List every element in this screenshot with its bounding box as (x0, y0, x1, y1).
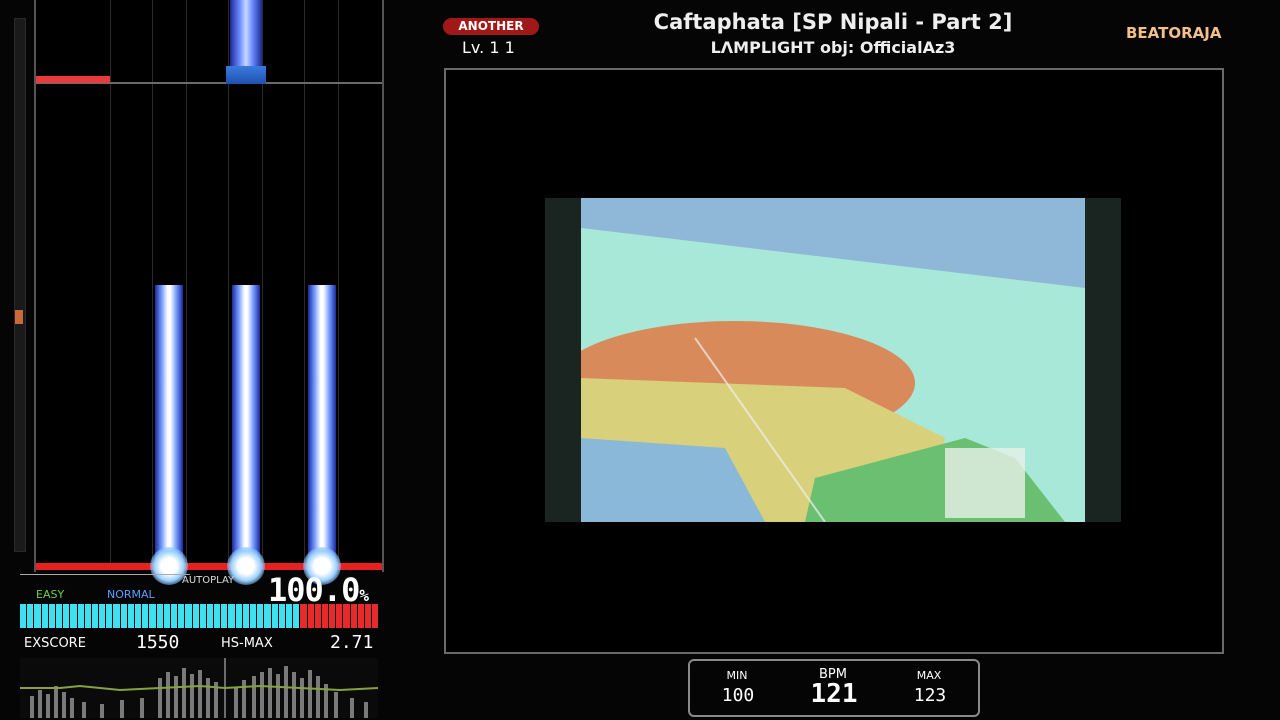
gauge-segment (336, 604, 343, 628)
gauge-segment (99, 604, 106, 628)
bpm-panel: MIN BPM MAX 100 121 123 (688, 659, 980, 717)
lane-divider (186, 0, 187, 565)
exscore-label: EXSCORE (24, 636, 86, 651)
gauge-segment (293, 604, 300, 628)
note-density-graph (20, 658, 378, 718)
gauge-segment (142, 604, 149, 628)
progress-marker (15, 310, 23, 324)
gauge-segment (106, 604, 113, 628)
gauge-segment (350, 604, 357, 628)
gauge-segment (120, 604, 127, 628)
gauge-segment (307, 604, 314, 628)
gauge-segment (48, 604, 55, 628)
gauge-segment (264, 604, 271, 628)
gauge-segment (135, 604, 142, 628)
bpm-current-value: 121 (810, 679, 858, 709)
gauge-segment (20, 604, 27, 628)
exscore-value: 1550 (136, 632, 180, 653)
gauge-segment (285, 604, 293, 628)
gauge-segment (113, 604, 120, 628)
bpm-min-label: MIN (726, 669, 748, 682)
gauge-segment (300, 604, 307, 628)
song-artist: LΛMPLIGHT obj: OfficialAz3 (710, 38, 956, 57)
autoplay-label: AUTOPLAY (182, 575, 235, 586)
hispeed-value: 2.71 (330, 632, 374, 653)
gauge-segment (365, 604, 372, 628)
long-note-head (226, 66, 266, 84)
progress-strip (14, 18, 26, 552)
gauge-normal-label: NORMAL (107, 588, 155, 601)
hispeed-label: HS-MAX (221, 636, 273, 651)
gauge-segment (250, 604, 257, 628)
gauge-segment (163, 604, 170, 628)
note-lanes (34, 0, 384, 585)
gauge-segment (27, 604, 34, 628)
gauge-segment (278, 604, 285, 628)
bpm-max-value: 123 (913, 685, 947, 706)
gauge-easy-label: EASY (36, 588, 65, 601)
bga-scene-image (545, 198, 1121, 522)
lane-divider (110, 0, 111, 565)
key-beam-7 (308, 285, 336, 567)
lane-divider (228, 0, 229, 565)
gauge-segment (156, 604, 163, 628)
gauge-segment (372, 604, 379, 628)
scratch-note (36, 76, 110, 83)
bga-video (545, 198, 1121, 522)
lane-divider (304, 0, 305, 565)
gauge-segment (149, 604, 156, 628)
gauge-segment (91, 604, 99, 628)
gauge-segment (206, 604, 214, 628)
lane-divider (262, 0, 263, 565)
gauge-segment (321, 604, 329, 628)
gauge-segment (257, 604, 264, 628)
gauge-segment (242, 604, 249, 628)
gauge-percent-unit: % (359, 586, 369, 605)
gauge-segment (228, 604, 235, 628)
gauge-segment (357, 604, 364, 628)
gauge-segment (314, 604, 321, 628)
gauge-segment (329, 604, 336, 628)
gauge-segment (84, 604, 91, 628)
gauge-segment (185, 604, 192, 628)
hud-divider (20, 574, 190, 575)
gauge-segment (214, 604, 221, 628)
gauge-segment (192, 604, 199, 628)
brand-logo: BEATORAJA (1126, 24, 1222, 42)
groove-gauge (20, 604, 379, 628)
lane-divider (152, 0, 153, 565)
lane-divider (338, 0, 339, 565)
gauge-segment (170, 604, 178, 628)
gauge-segment (70, 604, 77, 628)
gauge-segment (127, 604, 134, 628)
gauge-segment (63, 604, 70, 628)
gauge-segment (199, 604, 206, 628)
gauge-segment (41, 604, 48, 628)
gauge-segment (221, 604, 228, 628)
gauge-segment (235, 604, 242, 628)
song-title: Caftaphata [SP Nipali - Part 2] (653, 10, 1013, 34)
gauge-segment (178, 604, 185, 628)
key-beam-3 (155, 285, 183, 567)
gauge-segment (34, 604, 41, 628)
bpm-min-value: 100 (721, 685, 755, 706)
gauge-segment (55, 604, 63, 628)
gauge-segment (343, 604, 350, 628)
bpm-max-label: MAX (916, 669, 942, 682)
gauge-segment (271, 604, 278, 628)
key-beam-5 (232, 285, 260, 567)
gauge-segment (77, 604, 84, 628)
